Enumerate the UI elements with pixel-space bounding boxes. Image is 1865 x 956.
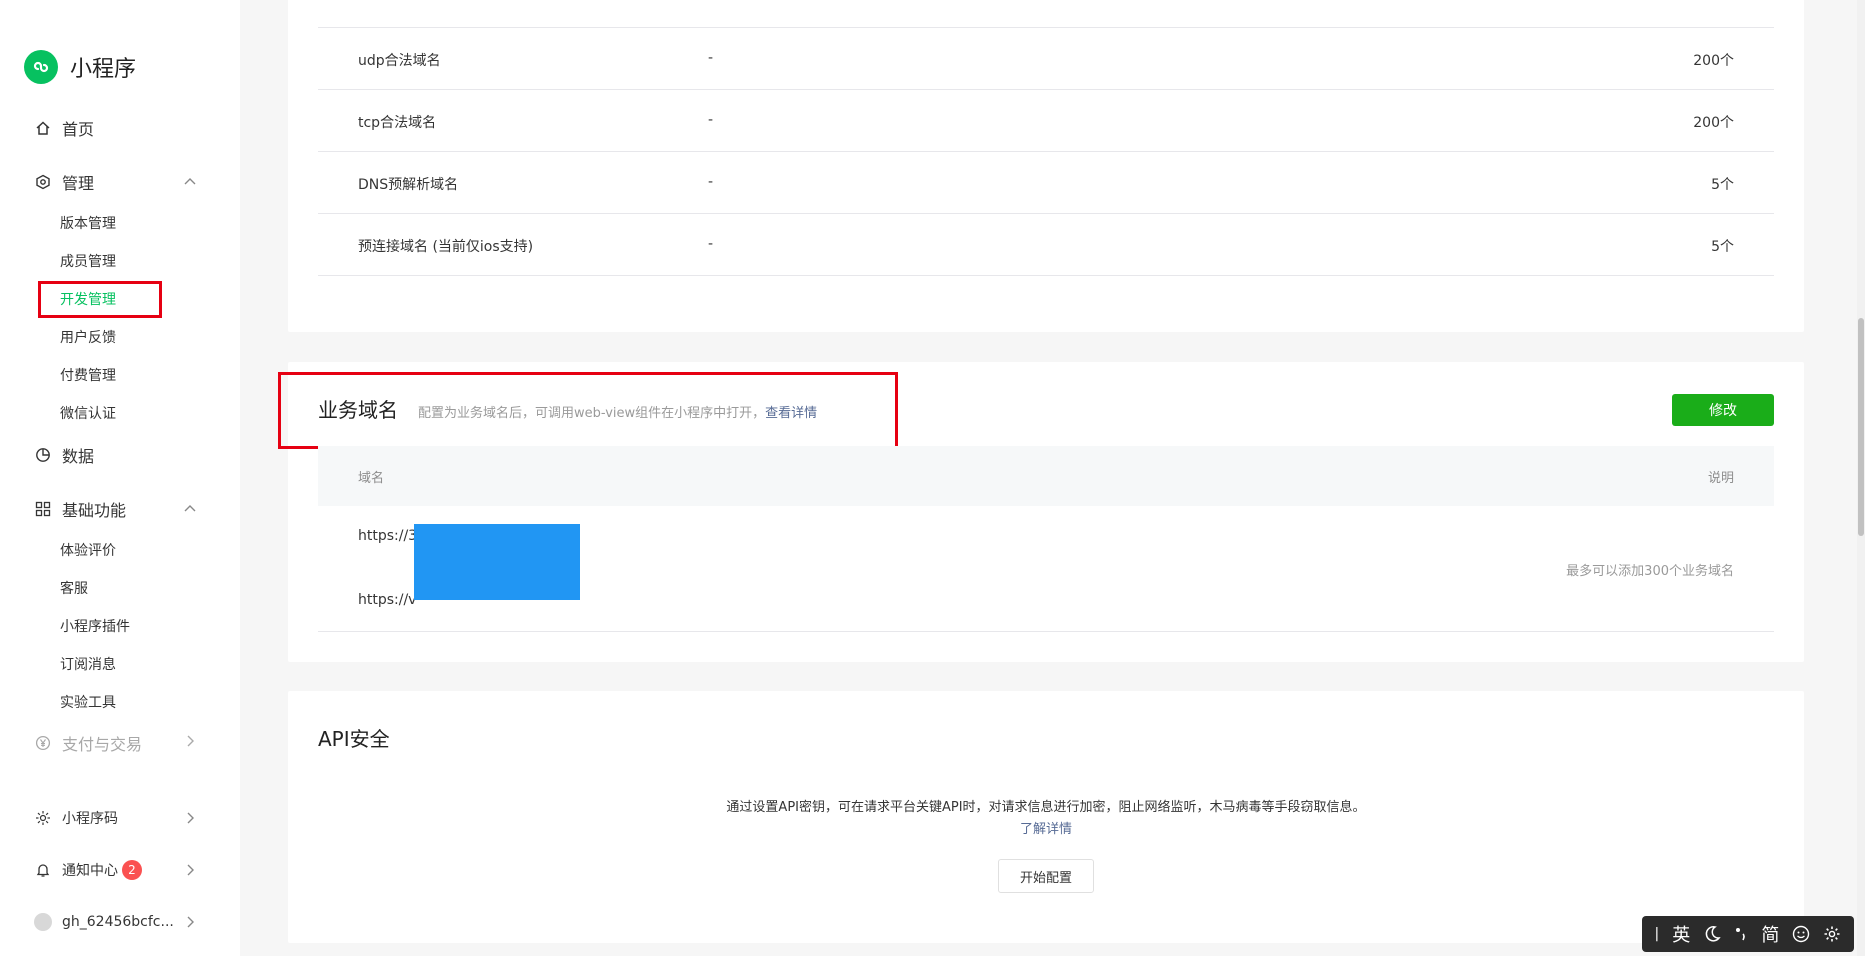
sidebar-item-members[interactable]: 成员管理 (60, 251, 116, 271)
highlight-box-dev (38, 281, 162, 318)
start-config-button[interactable]: 开始配置 (998, 859, 1094, 893)
domain-type: udp合法域名 (358, 53, 441, 69)
sidebar-item-verify[interactable]: 微信认证 (60, 403, 116, 423)
sidebar-item-subscribe[interactable]: 订阅消息 (60, 654, 116, 674)
server-domain-card: udp合法域名 - 200个 tcp合法域名 - 200个 DNS预解析域名 -… (288, 0, 1804, 332)
domain-limit: 5个 (1711, 177, 1734, 193)
yen-icon (34, 734, 52, 752)
scrollbar-thumb[interactable] (1858, 318, 1864, 536)
sidebar-item-experience[interactable]: 体验评价 (60, 540, 116, 560)
redaction-block (414, 524, 580, 600)
api-description: 通过设置API密钥，可在请求平台关键API时，对请求信息进行加密，阻止网络监听，… (726, 800, 1366, 815)
miniprogram-code-icon (34, 809, 52, 827)
ime-lang-toggle[interactable]: 英 (1672, 921, 1690, 947)
chevron-up-icon[interactable] (184, 175, 196, 187)
sidebar-item-lab[interactable]: 实验工具 (60, 692, 116, 712)
chevron-right-icon[interactable] (184, 735, 196, 747)
domain-limit: 200个 (1693, 115, 1734, 131)
domain-type: 预连接域名 (当前仅ios支持) (358, 239, 534, 255)
sidebar: 小程序 首页 管理 版本管理 成员管理 开发管理 用户反馈 付费管理 微信认证 … (0, 0, 240, 956)
chevron-right-icon[interactable] (184, 812, 196, 824)
ime-toolbar: | 英 简 (1642, 916, 1854, 952)
page-scrollbar[interactable] (1857, 0, 1865, 956)
api-security-card: API安全 通过设置API密钥，可在请求平台关键API时，对请求信息进行加密，阻… (288, 691, 1804, 943)
nav-payment[interactable]: 支付与交易 (34, 731, 142, 755)
nav-manage[interactable]: 管理 (34, 170, 94, 194)
business-domain-card: 业务域名 配置为业务域名后，可调用web-view组件在小程序中打开，查看详情 … (278, 362, 1804, 662)
moon-icon[interactable] (1703, 925, 1721, 943)
column-header-domain: 域名 (358, 471, 385, 486)
manage-icon (34, 173, 52, 191)
domain-value: - (708, 50, 714, 66)
sidebar-item-plugins[interactable]: 小程序插件 (60, 616, 130, 636)
nav-basic[interactable]: 基础功能 (34, 497, 126, 521)
avatar (34, 913, 52, 931)
nav-home[interactable]: 首页 (34, 116, 94, 140)
table-row: 预连接域名 (当前仅ios支持) - 5个 (318, 214, 1774, 276)
table-row-cropped (318, 0, 1774, 28)
sidebar-item-service[interactable]: 客服 (60, 578, 88, 598)
highlight-box-business (278, 372, 898, 449)
nav-home-label: 首页 (62, 120, 95, 139)
nav-data[interactable]: 数据 (34, 443, 94, 467)
domain-note: 最多可以添加300个业务域名 (1566, 564, 1734, 579)
nav-payment-label: 支付与交易 (62, 735, 143, 754)
nav-notify[interactable]: 通知中心 2 (34, 860, 142, 880)
punctuation-icon[interactable] (1734, 925, 1748, 943)
domain-value: - (708, 174, 714, 190)
nav-manage-label: 管理 (62, 174, 95, 193)
domain-type: DNS预解析域名 (358, 177, 459, 193)
miniprogram-logo-icon (24, 50, 58, 84)
domain-value: - (708, 236, 714, 252)
nav-basic-label: 基础功能 (62, 501, 127, 520)
sidebar-item-feedback[interactable]: 用户反馈 (60, 327, 116, 347)
table-row: udp合法域名 - 200个 (318, 28, 1774, 90)
chevron-right-icon[interactable] (184, 916, 196, 928)
column-header-note: 说明 (1707, 471, 1734, 486)
chevron-up-icon[interactable] (184, 502, 196, 514)
domain-type: tcp合法域名 (358, 115, 437, 131)
nav-qrcode[interactable]: 小程序码 (34, 808, 118, 828)
nav-qrcode-label: 小程序码 (62, 811, 118, 827)
domain-limit: 5个 (1711, 239, 1734, 255)
home-icon (34, 119, 52, 137)
domain-value: - (708, 112, 714, 128)
account-name: gh_62456bcfc... (62, 914, 174, 930)
domain-url: https://3 (358, 528, 418, 544)
emoji-icon[interactable] (1792, 925, 1810, 943)
table-row: https://3 https://v 最多可以添加300个业务域名 (318, 506, 1774, 632)
table-header: 域名 说明 (318, 446, 1774, 506)
sidebar-item-billing[interactable]: 付费管理 (60, 365, 116, 385)
domain-url: https://v (358, 592, 417, 608)
nav-notify-label: 通知中心 (62, 863, 118, 879)
nav-account[interactable]: gh_62456bcfc... (34, 913, 174, 931)
learn-more-link[interactable]: 了解详情 (1020, 822, 1072, 837)
app-logo[interactable]: 小程序 (24, 50, 136, 84)
chevron-right-icon[interactable] (184, 864, 196, 876)
table-row: tcp合法域名 - 200个 (318, 90, 1774, 152)
domain-limit: 200个 (1693, 53, 1734, 69)
sidebar-item-version[interactable]: 版本管理 (60, 213, 116, 233)
pie-chart-icon (34, 446, 52, 464)
grid-icon (34, 500, 52, 518)
section-title: API安全 (318, 727, 390, 751)
app-name: 小程序 (70, 57, 137, 82)
bell-icon (34, 861, 52, 879)
ime-mode-toggle[interactable]: 简 (1761, 921, 1779, 947)
table-row: DNS预解析域名 - 5个 (318, 152, 1774, 214)
settings-gear-icon[interactable] (1823, 925, 1841, 943)
nav-data-label: 数据 (62, 447, 95, 466)
edit-button[interactable]: 修改 (1672, 394, 1774, 426)
ime-divider-icon: | (1654, 926, 1660, 942)
notify-count-badge: 2 (122, 860, 142, 880)
